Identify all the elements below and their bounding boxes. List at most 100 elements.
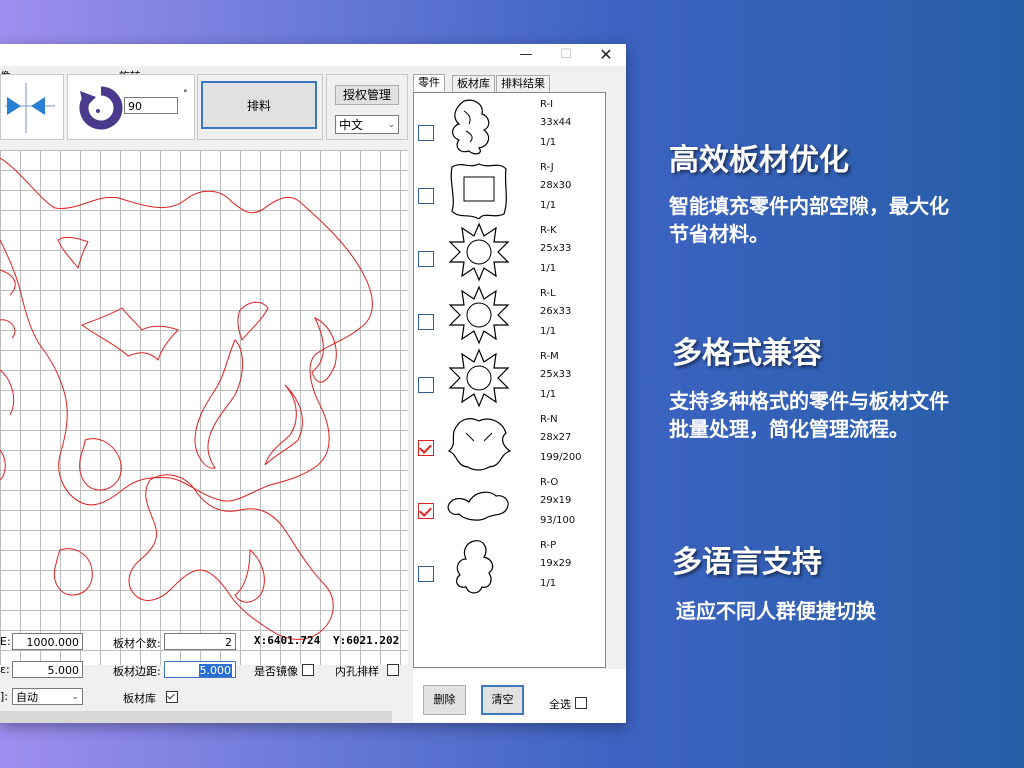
tab-parts[interactable]: 零件 <box>413 74 445 91</box>
part-list-item[interactable]: R-O 29x19 93/100 <box>414 473 605 536</box>
part-thumbnail <box>456 540 494 594</box>
field2-label: ɛ: <box>0 663 10 676</box>
language-select[interactable]: 中文 ⌄ <box>335 115 399 134</box>
part-list-item[interactable]: R-I 33x44 1/1 <box>414 95 605 158</box>
part-size: 28x30 <box>540 180 572 191</box>
part-thumbnail <box>448 285 510 345</box>
maximize-button[interactable]: ☐ <box>546 44 586 66</box>
clear-button[interactable]: 清空 <box>481 685 524 715</box>
tab-sheet-library[interactable]: 板材库 <box>452 75 495 92</box>
part-count: 1/1 <box>540 326 557 337</box>
cut-path-drawing <box>0 157 373 640</box>
feature-1-desc: 智能填充零件内部空隙，最大化 节省材料。 <box>669 192 949 248</box>
minimize-button[interactable]: — <box>506 44 546 66</box>
part-checkbox[interactable] <box>418 125 434 141</box>
tab-nesting-result[interactable]: 排料结果 <box>496 75 550 92</box>
part-name: R-J <box>540 162 554 173</box>
mirror-icon <box>5 83 55 133</box>
nest-button-frame: 排料 <box>197 74 323 140</box>
rotate-group: 90 ° <box>67 74 195 140</box>
chevron-down-icon: ⌄ <box>387 120 395 130</box>
part-checkbox[interactable] <box>418 251 434 267</box>
sheet-margin-label: 板材边距: <box>113 665 161 678</box>
rotate-angle-input[interactable]: 90 <box>124 97 178 114</box>
feature-3-title: 多语言支持 <box>672 545 822 580</box>
part-checkbox[interactable] <box>418 188 434 204</box>
mirror-button[interactable] <box>0 74 64 140</box>
sheet-lib-option[interactable]: 板材库 <box>123 690 178 706</box>
part-checkbox[interactable] <box>418 377 434 393</box>
part-size: 19x29 <box>540 558 572 569</box>
degree-unit: ° <box>183 89 188 99</box>
feature-1-desc-line-2: 节省材料。 <box>669 222 769 246</box>
part-count: 1/1 <box>540 137 557 148</box>
select-all-option[interactable]: 全选 <box>549 696 587 712</box>
inner-hole-checkbox[interactable] <box>386 664 399 676</box>
feature-3-desc-line-1: 适应不同人群便捷切换 <box>676 599 876 623</box>
part-name: R-L <box>540 288 556 299</box>
field1-input[interactable]: 1000.000 <box>12 633 83 650</box>
title-bar: — ☐ ✕ <box>0 44 626 66</box>
part-name: R-M <box>540 351 559 362</box>
mode-select[interactable]: 自动 ⌄ <box>12 688 83 705</box>
part-list-item[interactable]: R-P 19x29 1/1 <box>414 536 605 599</box>
part-size: 25x33 <box>540 243 572 254</box>
sheet-lib-label: 板材库 <box>123 692 156 705</box>
feature-1-desc-line-1: 智能填充零件内部空隙，最大化 <box>669 194 949 218</box>
part-list-item[interactable]: R-L 26x33 1/1 <box>414 284 605 347</box>
part-thumbnail <box>448 222 510 282</box>
part-checkbox[interactable] <box>418 503 434 519</box>
delete-button[interactable]: 删除 <box>423 685 466 715</box>
part-name: R-I <box>540 99 554 110</box>
part-list-item[interactable]: R-N 28x27 199/200 <box>414 410 605 473</box>
mirror-checkbox[interactable] <box>301 664 314 676</box>
part-count: 1/1 <box>540 578 557 589</box>
mirror-option-label: 是否镜像 <box>254 665 298 678</box>
field2-input[interactable]: 5.000 <box>12 661 83 678</box>
part-size: 28x27 <box>540 432 572 443</box>
part-name: R-O <box>540 477 559 488</box>
part-list-item[interactable]: R-M 25x33 1/1 <box>414 347 605 410</box>
sheet-margin-value: 5.000 <box>198 664 232 677</box>
part-checkbox[interactable] <box>418 314 434 330</box>
parts-action-panel: 删除 清空 全选 <box>413 669 626 723</box>
part-thumbnail <box>447 418 512 471</box>
part-count: 1/1 <box>540 263 557 274</box>
part-list-item[interactable]: R-K 25x33 1/1 <box>414 221 605 284</box>
license-button[interactable]: 授权管理 <box>335 85 399 105</box>
nesting-app-window: — ☐ ✕ 像 旋转 90 ° 排料 授权管理 中文 ⌄ <box>0 44 626 723</box>
settings-group: 授权管理 中文 ⌄ <box>326 74 408 140</box>
part-name: R-N <box>540 414 558 425</box>
feature-3-desc: 适应不同人群便捷切换 <box>676 597 876 625</box>
feature-2-desc-line-1: 支持多种格式的零件与板材文件 <box>669 389 949 413</box>
inner-hole-option[interactable]: 内孔排样 <box>335 663 399 679</box>
part-count: 199/200 <box>540 452 582 463</box>
mirror-option[interactable]: 是否镜像 <box>254 663 314 679</box>
part-thumbnail <box>450 163 507 219</box>
parts-list: R-I 33x44 1/1 R-J 28x30 1/1 R-K 25x33 1/1 R-L 26x3… <box>413 92 606 668</box>
mode-value: 自动 <box>16 691 38 704</box>
part-checkbox[interactable] <box>418 566 434 582</box>
part-list-item[interactable]: R-J 28x30 1/1 <box>414 158 605 221</box>
sheet-margin-input[interactable]: 5.000 <box>164 661 236 678</box>
nesting-canvas[interactable] <box>0 150 408 665</box>
nest-button[interactable]: 排料 <box>201 81 317 129</box>
rotate-icon[interactable] <box>76 83 126 133</box>
check-icon <box>166 691 175 700</box>
part-size: 29x19 <box>540 495 572 506</box>
part-count: 1/1 <box>540 200 557 211</box>
language-value: 中文 <box>339 118 364 132</box>
horizontal-scrollbar[interactable] <box>0 711 392 723</box>
close-button[interactable]: ✕ <box>586 44 626 66</box>
part-checkbox[interactable] <box>418 440 434 456</box>
sheet-count-input[interactable]: 2 <box>164 633 236 650</box>
select-all-checkbox[interactable] <box>574 697 587 709</box>
sheet-count-label: 板材个数: <box>113 637 161 650</box>
feature-1-title: 高效板材优化 <box>669 143 849 178</box>
feature-2-title: 多格式兼容 <box>672 336 822 371</box>
coord-x-readout: X:6401.724 <box>254 634 321 647</box>
chevron-down-icon: ⌄ <box>71 692 79 702</box>
sheet-lib-checkbox[interactable] <box>165 691 178 703</box>
part-size: 26x33 <box>540 306 572 317</box>
feature-2-desc: 支持多种格式的零件与板材文件 批量处理，简化管理流程。 <box>669 387 949 443</box>
